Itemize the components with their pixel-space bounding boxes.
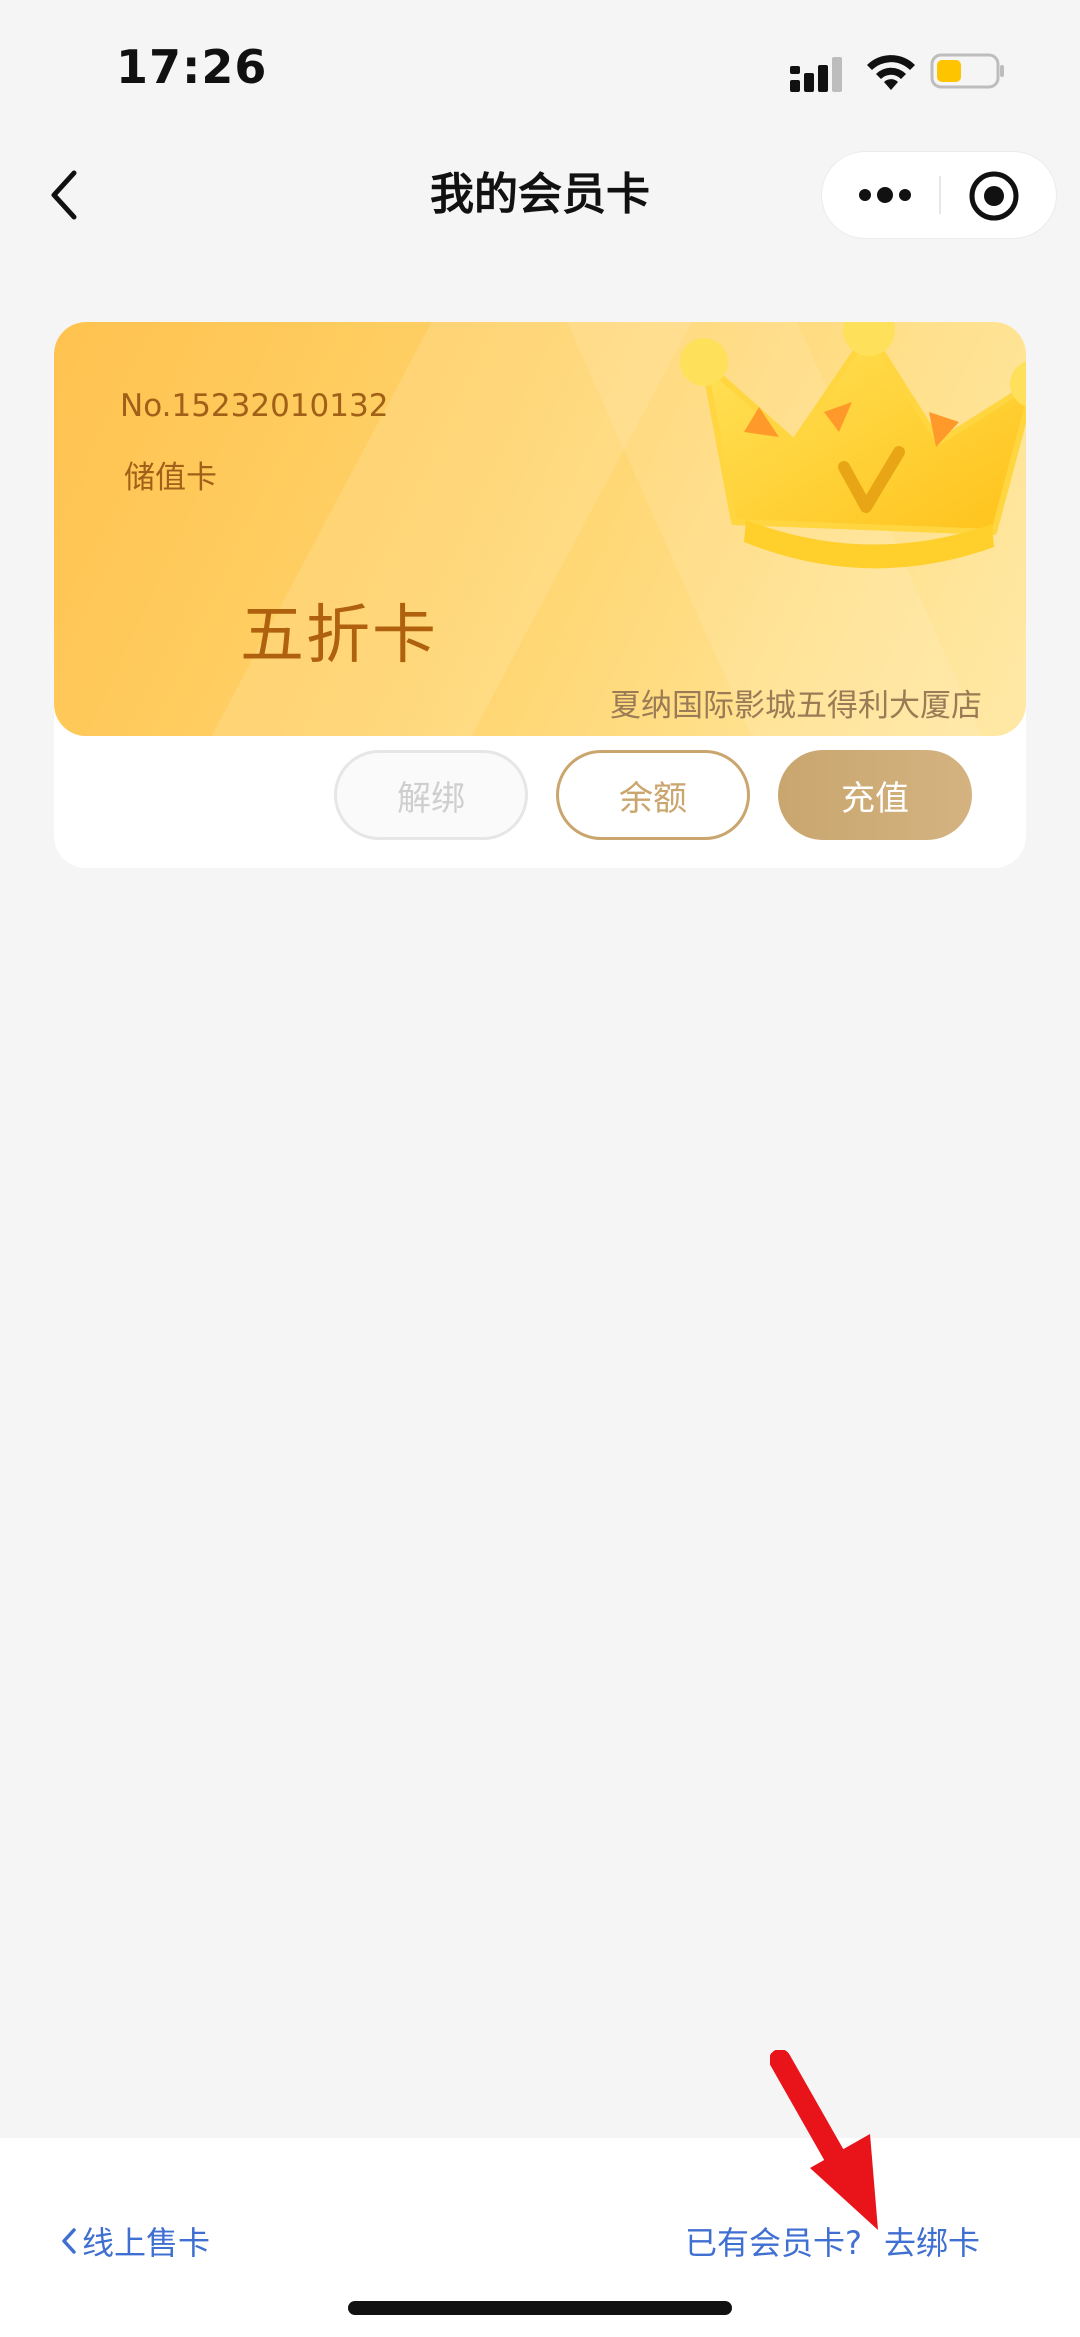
close-button[interactable]	[964, 166, 1024, 226]
target-close-icon	[969, 171, 1019, 221]
capsule-divider	[939, 176, 941, 214]
signal-icon	[790, 57, 842, 92]
chevron-left-icon	[62, 2228, 76, 2254]
card-store: 夏纳国际影城五得利大厦店	[610, 688, 982, 724]
crown-icon	[680, 322, 1026, 569]
card-number: No.15232010132	[120, 388, 389, 424]
nav-bar: 我的会员卡	[0, 140, 1080, 250]
membership-card[interactable]: No.15232010132 储值卡 五折卡 夏纳国际影城五得利大厦店 解绑 余…	[54, 322, 1026, 868]
online-sale-link[interactable]: 线上售卡	[60, 2218, 210, 2264]
more-dots-icon	[859, 187, 911, 203]
card-name: 五折卡	[240, 599, 438, 673]
balance-button[interactable]: 余额	[556, 750, 750, 840]
online-sale-label: 线上售卡	[82, 2224, 211, 2262]
back-button[interactable]	[36, 160, 92, 230]
status-time: 17:26	[116, 40, 268, 94]
more-button[interactable]	[850, 170, 920, 220]
wifi-icon	[867, 55, 915, 90]
status-bar: 17:26	[0, 0, 1080, 140]
go-bind-link[interactable]: 去绑卡	[884, 2218, 980, 2264]
card-face: No.15232010132 储值卡 五折卡 夏纳国际影城五得利大厦店	[54, 322, 1026, 736]
recharge-button[interactable]: 充值	[778, 750, 972, 840]
home-indicator[interactable]	[348, 2301, 732, 2315]
chevron-left-icon	[51, 170, 77, 220]
unbind-button[interactable]: 解绑	[334, 750, 528, 840]
card-type: 储值卡	[124, 460, 217, 496]
battery-icon	[930, 53, 1004, 89]
red-arrow-annotation	[770, 2050, 878, 2230]
mini-program-capsule	[822, 152, 1056, 238]
